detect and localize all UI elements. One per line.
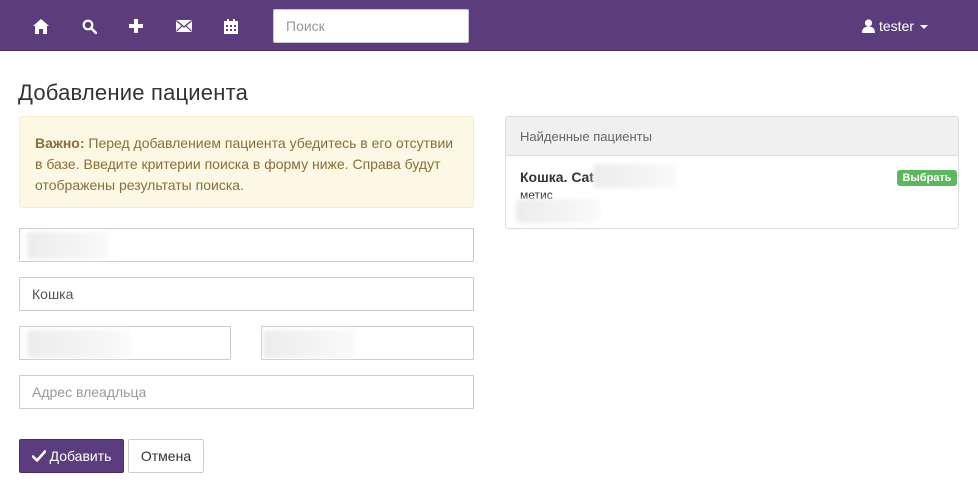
user-name: tester [879,18,915,34]
panel-heading: Найденные пациенты [506,117,958,156]
user-menu-dropdown[interactable]: tester [862,15,929,37]
select-patient-button[interactable]: Выбрать [897,170,957,186]
checkmark-icon [31,450,46,462]
calendar-icon[interactable] [218,13,244,39]
result-patient-name: Кошка. Cat [520,169,594,185]
user-icon [862,19,875,33]
redacted-area [516,199,600,223]
species-input[interactable] [19,277,474,311]
alert-text: Перед добавлением пациента убедитесь в е… [35,135,454,193]
alert-strong: Важно: [35,135,85,151]
add-patient-button[interactable]: Добавить [19,439,124,473]
found-patients-panel: Найденные пациенты Кошка. Cat метис Выбр… [505,116,959,229]
owner-name-input[interactable] [261,326,474,360]
page-title: Добавление пациента [18,80,249,105]
top-navbar: tester [0,0,978,51]
home-icon[interactable] [28,13,54,39]
chevron-down-icon [920,25,929,29]
cancel-button[interactable]: Отмена [128,439,204,473]
redacted-area [593,164,678,188]
owner-phone-input[interactable] [19,326,231,360]
envelope-icon[interactable] [171,13,197,39]
patient-name-input[interactable] [19,228,474,262]
navbar-search-input[interactable] [273,9,469,43]
warning-alert: Важно: Перед добавлением пациента убедит… [19,116,474,208]
search-icon[interactable] [76,13,102,39]
result-patient-breed: метис [520,188,553,202]
owner-address-input[interactable] [19,375,474,409]
plus-icon[interactable] [123,13,149,39]
add-button-label: Добавить [49,448,112,464]
